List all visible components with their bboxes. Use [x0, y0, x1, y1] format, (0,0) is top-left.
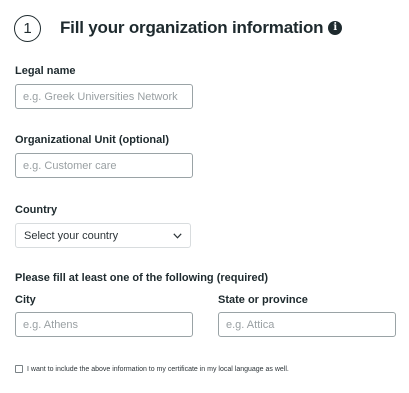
org-unit-input[interactable]	[15, 153, 193, 178]
chevron-down-icon	[173, 231, 182, 240]
legal-name-input[interactable]	[15, 84, 193, 109]
step-number-badge: 1	[14, 14, 41, 42]
local-language-label[interactable]: I want to include the above information …	[27, 366, 289, 373]
page-title: Fill your organization information	[60, 18, 324, 37]
local-language-checkbox[interactable]	[15, 365, 23, 373]
org-unit-label: Organizational Unit (optional)	[15, 134, 169, 146]
info-icon[interactable]: i	[328, 21, 343, 35]
city-input[interactable]	[15, 312, 193, 337]
legal-name-label: Legal name	[15, 65, 76, 77]
city-label: City	[15, 294, 36, 306]
step-number: 1	[23, 19, 32, 37]
country-select-value: Select your country	[24, 229, 119, 242]
local-language-option: I want to include the above information …	[15, 365, 289, 373]
state-label: State or province	[218, 294, 308, 306]
form-header: 1 Fill your organization information i	[14, 12, 343, 44]
state-input[interactable]	[218, 312, 396, 337]
country-select[interactable]: Select your country	[15, 223, 191, 248]
location-requirement-note: Please fill at least one of the followin…	[15, 272, 269, 284]
country-label: Country	[15, 204, 58, 216]
